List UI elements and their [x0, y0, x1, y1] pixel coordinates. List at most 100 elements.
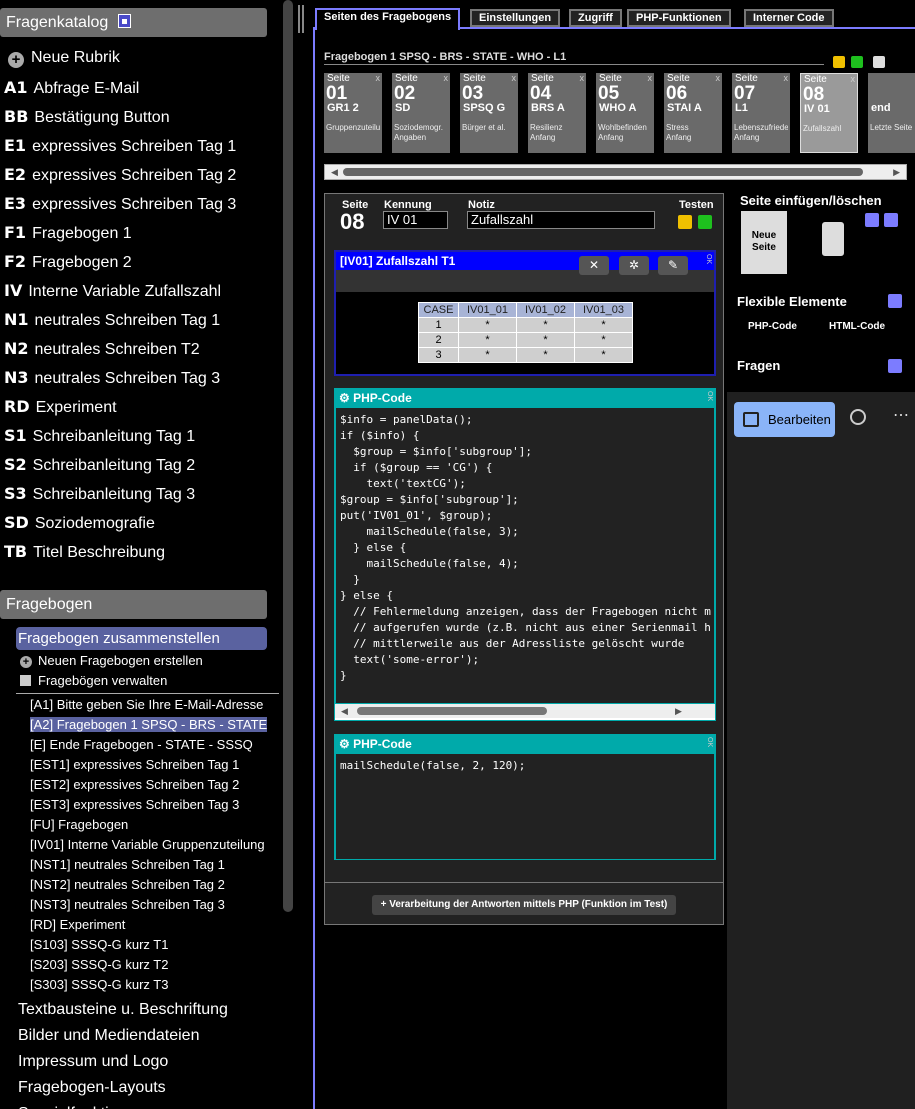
new-rubric-button[interactable]: + Neue Rubrik: [8, 49, 120, 68]
category-item[interactable]: RD Experiment: [4, 397, 117, 417]
print-icon[interactable]: [873, 56, 885, 68]
refresh-icon[interactable]: [888, 359, 902, 373]
close-icon[interactable]: x: [716, 73, 721, 83]
test-play-button[interactable]: [698, 215, 712, 229]
questionnaire-item[interactable]: [NST3] neutrales Schreiben Tag 3: [30, 897, 267, 912]
category-item[interactable]: E3 expressives Schreiben Tag 3: [4, 194, 236, 214]
html-code-element[interactable]: HTML-Code: [829, 321, 885, 332]
catalog-add-icon[interactable]: [118, 14, 132, 28]
new-questionnaire-link[interactable]: + Neuen Fragebogen erstellen: [20, 653, 203, 668]
more-icon[interactable]: ⋯: [893, 405, 909, 425]
questionnaire-item[interactable]: [S203] SSSQ-G kurz T2: [30, 957, 267, 972]
pages-scrollbar[interactable]: ◀ ▶: [324, 164, 907, 180]
random-block[interactable]: [IV01] Zufallszahl T1 ✕ ✲ ✎ OK CASE IV01_…: [334, 250, 716, 376]
add-php-processing-button[interactable]: + Verarbeitung der Antworten mittels PHP…: [372, 895, 676, 915]
page-thumbnail[interactable]: Seite 08 IV 01 Zufallszahl x: [800, 73, 858, 153]
questionnaire-item[interactable]: [A1] Bitte geben Sie Ihre E-Mail-Adresse: [30, 697, 267, 712]
page-thumbnail[interactable]: Seite 03 SPSQ G Bürger et al. x: [460, 73, 518, 153]
category-item[interactable]: SD Soziodemografie: [4, 513, 155, 533]
questionnaire-item[interactable]: [IV01] Interne Variable Gruppenzuteilung: [30, 837, 267, 852]
close-icon[interactable]: x: [851, 74, 856, 84]
redo-icon[interactable]: [884, 213, 898, 227]
questionnaire-item[interactable]: [A2] Fragebogen 1 SPSQ - BRS - STATE: [30, 717, 267, 732]
close-icon[interactable]: x: [648, 73, 653, 83]
questionnaire-item[interactable]: [EST1] expressives Schreiben Tag 1: [30, 757, 267, 772]
search-icon[interactable]: [888, 294, 902, 308]
category-item[interactable]: BB Bestätigung Button: [4, 107, 170, 127]
php-code-editor[interactable]: $info = panelData(); if ($info) { $group…: [335, 407, 715, 704]
questionnaire-item[interactable]: [S303] SSSQ-G kurz T3: [30, 977, 267, 992]
close-icon[interactable]: x: [444, 73, 449, 83]
category-code: E2: [4, 165, 27, 184]
tab-3[interactable]: PHP-Funktionen: [627, 9, 731, 27]
catalog-header[interactable]: Fragenkatalog: [0, 8, 267, 37]
tab-0[interactable]: Seiten des Fragebogens: [315, 8, 461, 30]
edit-button[interactable]: ✎: [658, 256, 688, 275]
page-thumbnail[interactable]: Seite07L1LebenszufriedenheitAnfangx: [732, 73, 790, 153]
play-debug-icon[interactable]: [833, 56, 845, 68]
questionnaire-item[interactable]: [EST2] expressives Schreiben Tag 2: [30, 777, 267, 792]
category-item[interactable]: N2 neutrales Schreiben T2: [4, 339, 200, 359]
new-page-button[interactable]: Neue Seite: [741, 211, 787, 274]
sidebar-scrollbar[interactable]: [283, 0, 293, 912]
nav-item[interactable]: Textbausteine u. Beschriftung: [18, 1001, 228, 1019]
page-thumbnail[interactable]: end Letzte Seite: [868, 73, 915, 153]
close-icon[interactable]: x: [376, 73, 381, 83]
category-item[interactable]: E2 expressives Schreiben Tag 2: [4, 165, 236, 185]
close-icon[interactable]: x: [580, 73, 585, 83]
category-item[interactable]: S1 Schreibanleitung Tag 1: [4, 426, 195, 446]
category-item[interactable]: IV Interne Variable Zufallszahl: [4, 281, 221, 301]
questionnaire-item[interactable]: [FU] Fragebogen: [30, 817, 267, 832]
category-code: E3: [4, 194, 27, 213]
refresh-icon[interactable]: [850, 409, 866, 425]
category-item[interactable]: A1 Abfrage E-Mail: [4, 78, 139, 98]
category-item[interactable]: S3 Schreibanleitung Tag 3: [4, 484, 195, 504]
questionnaire-item[interactable]: [NST2] neutrales Schreiben Tag 2: [30, 877, 267, 892]
compose-questionnaire-item[interactable]: Fragebogen zusammenstellen: [16, 627, 267, 650]
questionnaire-item[interactable]: [NST1] neutrales Schreiben Tag 1: [30, 857, 267, 872]
nav-item[interactable]: Spezialfunktionen: [18, 1105, 144, 1109]
page-thumbnail[interactable]: Seite 05 WHO A Wohlbefinden Anfang x: [596, 73, 654, 153]
nav-item[interactable]: Fragebogen-Layouts: [18, 1079, 166, 1097]
page-thumbnail[interactable]: Seite 02 SD Soziodemogr. Angaben x: [392, 73, 450, 153]
close-icon[interactable]: x: [512, 73, 517, 83]
trash-icon[interactable]: [822, 222, 844, 256]
php-code-editor[interactable]: mailSchedule(false, 2, 120);: [335, 753, 715, 860]
category-item[interactable]: N1 neutrales Schreiben Tag 1: [4, 310, 220, 330]
close-icon[interactable]: x: [784, 73, 789, 83]
questionnaire-item[interactable]: [EST3] expressives Schreiben Tag 3: [30, 797, 267, 812]
nav-item[interactable]: Impressum und Logo: [18, 1053, 168, 1071]
category-item[interactable]: S2 Schreibanleitung Tag 2: [4, 455, 195, 475]
page-thumbnail[interactable]: Seite 04 BRS A Resilienz Anfang x: [528, 73, 586, 153]
category-item[interactable]: TB Titel Beschreibung: [4, 542, 165, 562]
code-scrollbar[interactable]: ◀ ▶: [335, 704, 715, 718]
category-item[interactable]: F2 Fragebogen 2: [4, 252, 132, 272]
questionnaire-item[interactable]: [S103] SSSQ-G kurz T1: [30, 937, 267, 952]
page-thumbnail[interactable]: Seite01GR1 2Gruppenzuteilungx: [324, 73, 382, 153]
questionnaire-item[interactable]: [E] Ende Fragebogen - STATE - SSSQ: [30, 737, 267, 752]
questionnaire-header[interactable]: Fragebogen: [0, 590, 267, 619]
page-desc-line: Anfang: [734, 133, 760, 142]
settings-button[interactable]: ✲: [619, 256, 649, 275]
note-input[interactable]: Zufallszahl: [467, 211, 655, 229]
tab-1[interactable]: Einstellungen: [470, 9, 561, 27]
php-code-element[interactable]: PHP-Code: [748, 321, 797, 332]
tab-2[interactable]: Zugriff: [569, 9, 622, 27]
edit-button[interactable]: Bearbeiten: [734, 402, 835, 437]
play-icon[interactable]: [851, 56, 863, 68]
php-code-block-1[interactable]: ⚙ PHP-Code OK $info = panelData(); if ($…: [334, 388, 716, 721]
test-debug-button[interactable]: [678, 215, 692, 229]
category-item[interactable]: F1 Fragebogen 1: [4, 223, 132, 243]
php-code-block-2[interactable]: ⚙ PHP-Code OK mailSchedule(false, 2, 120…: [334, 734, 716, 860]
category-item[interactable]: N3 neutrales Schreiben Tag 3: [4, 368, 220, 388]
questionnaire-item[interactable]: [RD] Experiment: [30, 917, 267, 932]
block-title: [IV01] Zufallszahl T1: [340, 254, 456, 268]
tab-4[interactable]: Interner Code: [744, 9, 834, 27]
undo-icon[interactable]: [865, 213, 879, 227]
close-button[interactable]: ✕: [579, 256, 609, 275]
id-input[interactable]: IV 01: [383, 211, 448, 229]
manage-questionnaires-link[interactable]: Fragebögen verwalten: [20, 673, 167, 688]
page-thumbnail[interactable]: Seite 06 STAI A Stress Anfang x: [664, 73, 722, 153]
category-item[interactable]: E1 expressives Schreiben Tag 1: [4, 136, 236, 156]
nav-item[interactable]: Bilder und Mediendateien: [18, 1027, 199, 1045]
